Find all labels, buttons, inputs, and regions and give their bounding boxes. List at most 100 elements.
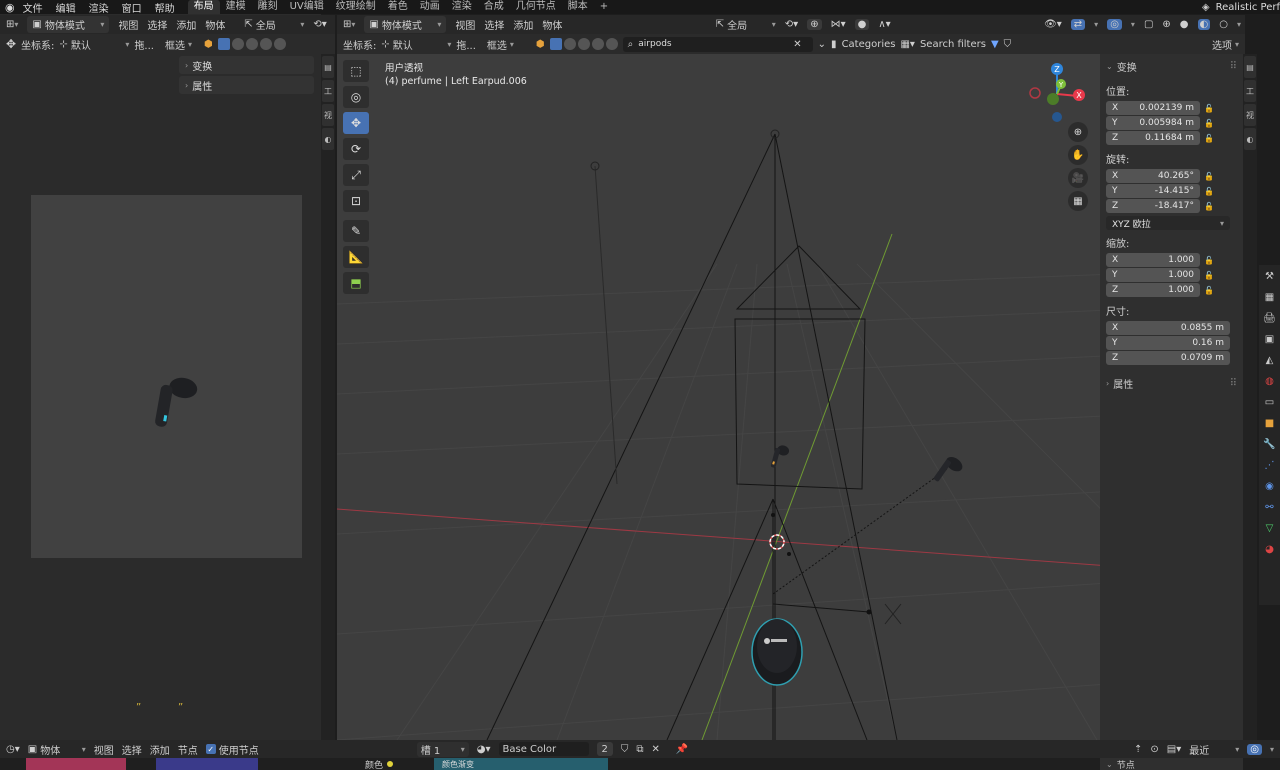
location-x-field[interactable]: X 0.002139 m <box>1106 101 1200 115</box>
lock-icon[interactable]: 🔓 <box>1204 271 1214 281</box>
annotate-tool-icon[interactable]: ✎ <box>343 220 369 242</box>
dimension-y-field[interactable]: Y 0.16 m <box>1106 336 1230 350</box>
node-menu-view[interactable]: 视图 <box>94 742 114 757</box>
material-browse-icon[interactable]: ◕▾ <box>477 744 491 755</box>
sidebar-tab-extra[interactable]: ◐ <box>322 128 334 150</box>
categories-label[interactable]: Categories <box>842 39 896 50</box>
left-panel-transform[interactable]: › 变换 <box>179 56 314 74</box>
particles-props-icon[interactable]: ⋰ <box>1263 458 1277 472</box>
use-nodes-checkbox[interactable]: ✓ 使用节点 <box>205 742 259 757</box>
sidebar-tab-item[interactable]: ▤ <box>322 56 334 78</box>
lock-icon[interactable]: 🔓 <box>1204 104 1214 114</box>
falloff-icon[interactable]: ∧▾ <box>878 19 890 30</box>
drag-handle-icon[interactable]: ⠿ <box>1230 61 1237 72</box>
menu-help[interactable]: 帮助 <box>155 0 175 15</box>
outliner-search-box[interactable]: ⌕ ✕ <box>622 36 813 52</box>
scene-props-icon[interactable]: ◭ <box>1263 353 1277 367</box>
dimension-x-field[interactable]: X 0.0855 m <box>1106 321 1230 335</box>
snap-target-icon[interactable]: ⋈▾ <box>831 19 846 30</box>
fake-user-icon[interactable]: ⛉ <box>621 744 629 755</box>
output-props-icon[interactable]: 🖨 <box>1263 311 1277 325</box>
menu-edit[interactable]: 编辑 <box>56 0 76 15</box>
snap-mode-dropdown[interactable]: 最近 ▾ <box>1189 742 1239 757</box>
lock-icon[interactable]: 🔓 <box>1204 202 1214 212</box>
right-earbud-object[interactable] <box>933 454 965 489</box>
parent-node-tree-icon[interactable]: ⇡ <box>1134 744 1142 755</box>
tab-modeling[interactable]: 建模 <box>220 0 252 14</box>
categories-icon[interactable]: ▦▾ <box>900 39 914 50</box>
modifier-props-icon[interactable]: 🔧 <box>1263 437 1277 451</box>
pivot-point-icon[interactable]: ⟲▾ <box>785 19 798 30</box>
constraints-props-icon[interactable]: ⚯ <box>1263 500 1277 514</box>
color-ramp-node-header[interactable]: 颜色渐变 <box>434 758 608 770</box>
material-props-icon[interactable]: ◕ <box>1263 542 1277 556</box>
viewport-menu-add[interactable]: 添加 <box>513 17 533 32</box>
duplicate-material-icon[interactable]: ⧉ <box>636 744 643 755</box>
viewport-select-mode-icons[interactable] <box>549 38 618 50</box>
transform-tool-icon[interactable]: ⊡ <box>343 190 369 212</box>
node-sidebar-panel[interactable]: ⌄ 节点 <box>1100 758 1243 770</box>
snap-element-icon[interactable]: ▤▾ <box>1167 744 1181 755</box>
tab-geometry-nodes[interactable]: 几何节点 <box>510 0 562 14</box>
shading-wireframe-icon[interactable]: ⊕ <box>1162 19 1170 30</box>
left-mode-dropdown[interactable]: ▣ 物体模式 ▾ <box>27 16 110 33</box>
ortho-grid-icon[interactable]: ▦ <box>1068 191 1088 211</box>
viewport-drag-label[interactable]: 拖... <box>456 37 476 52</box>
search-filters-label[interactable]: Search filters <box>920 39 986 50</box>
left-panel-properties[interactable]: › 属性 <box>179 76 314 94</box>
scene-icon[interactable]: ◈ <box>1202 2 1210 13</box>
left-coord-dropdown[interactable]: ⊹ 默认 ▾ <box>59 37 129 52</box>
world-props-icon[interactable]: ◍ <box>1263 374 1277 388</box>
collection-props-icon[interactable]: ▭ <box>1263 395 1277 409</box>
measure-tool-icon[interactable]: 📐 <box>343 246 369 268</box>
node-overlay-icon[interactable]: ◎ <box>1247 743 1262 755</box>
gizmo-neg-z[interactable] <box>1052 112 1062 122</box>
tab-texture-paint[interactable]: 纹理绘制 <box>330 0 382 14</box>
navigation-gizmo[interactable]: Z X Y <box>1027 58 1097 128</box>
left-menu-view[interactable]: 视图 <box>118 17 138 32</box>
rotation-y-field[interactable]: Y -14.415° <box>1106 184 1200 198</box>
left-menu-object[interactable]: 物体 <box>205 17 225 32</box>
viewport-overlay-icon[interactable]: ⬢ <box>536 39 545 50</box>
tab-shading[interactable]: 着色 <box>382 0 414 14</box>
visibility-icon[interactable]: 👁▾ <box>1044 19 1062 30</box>
tab-rendering[interactable]: 渲染 <box>446 0 478 14</box>
tab-scripting[interactable]: 脚本 <box>562 0 594 14</box>
node-menu-add[interactable]: 添加 <box>150 742 170 757</box>
sidebar-tab-view[interactable]: 视 <box>322 104 334 126</box>
sidebar-tab-view[interactable]: 视 <box>1244 104 1256 126</box>
node-header-purple[interactable] <box>156 758 258 770</box>
earbud-case-object[interactable] <box>751 618 803 686</box>
gizmo-dropdown-icon[interactable]: ▾ <box>1094 20 1098 29</box>
color-socket-dot[interactable] <box>387 761 393 767</box>
render-props-icon[interactable]: ▦ <box>1263 290 1277 304</box>
transform-panel-header[interactable]: ⌄ 变换 ⠿ <box>1100 54 1243 79</box>
node-editor-type-icon[interactable]: ◷▾ <box>6 744 20 755</box>
gizmo-neg-y[interactable] <box>1047 93 1059 105</box>
viewport-menu-view[interactable]: 视图 <box>455 17 475 32</box>
shading-rendered-icon[interactable]: ○ <box>1219 19 1228 30</box>
move-tool-icon[interactable]: ✥ <box>6 37 16 51</box>
filter-chevron-icon[interactable]: ⌄ <box>818 39 826 50</box>
lock-icon[interactable]: 🔓 <box>1204 172 1214 182</box>
viewport-menu-object[interactable]: 物体 <box>542 17 562 32</box>
viewport-coord-dropdown[interactable]: ⊹ 默认 ▾ <box>381 37 451 52</box>
viewport-menu-select[interactable]: 选择 <box>484 17 504 32</box>
node-overlay-dropdown-icon[interactable]: ▾ <box>1270 745 1274 754</box>
shader-editor-area[interactable]: 颜色 颜色渐变 ⌄ 节点 <box>0 758 1280 770</box>
shading-solid-icon[interactable]: ● <box>1180 19 1189 30</box>
material-name-field[interactable]: Base Color <box>498 742 589 756</box>
sidebar-tab-tool[interactable]: 工 <box>322 80 334 102</box>
bookmark-icon[interactable]: ▮ <box>831 39 837 50</box>
material-users-count[interactable]: 2 <box>596 742 613 756</box>
overlay-dropdown-icon[interactable]: ▾ <box>1131 20 1135 29</box>
tab-uv-editing[interactable]: UV编辑 <box>284 0 330 14</box>
scale-y-field[interactable]: Y 1.000 <box>1106 268 1200 282</box>
tab-sculpting[interactable]: 雕刻 <box>252 0 284 14</box>
viewport-select-box-dropdown[interactable]: 框选 ▾ <box>487 37 521 52</box>
options-dropdown[interactable]: 选项 ▾ <box>1212 37 1239 52</box>
drag-handle-icon[interactable]: ⠿ <box>1230 378 1237 389</box>
left-overlay-icon[interactable]: ⬢ <box>204 39 213 50</box>
rotation-x-field[interactable]: X 40.265° <box>1106 169 1200 183</box>
rotation-mode-dropdown[interactable]: XYZ 欧拉 ▾ <box>1106 216 1230 230</box>
